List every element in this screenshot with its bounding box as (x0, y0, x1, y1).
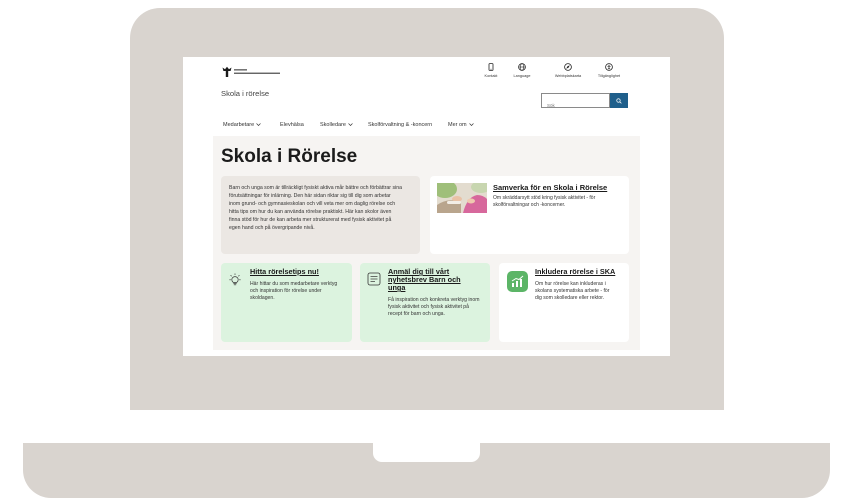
nav-item-skolledare[interactable]: Skolledare (320, 122, 353, 128)
phone-icon (488, 63, 494, 71)
nav-item-label: Skolförvaltning & -koncern (368, 122, 433, 128)
compass-icon (564, 63, 572, 71)
card-text: Om hur rörelse kan inkluderas i skolans … (535, 281, 610, 301)
globe-icon (518, 63, 526, 71)
newsletter-icon (367, 272, 381, 286)
featured-card-description: Om skräddarsytt stöd kring fysisk aktivi… (493, 195, 596, 208)
search-icon (616, 97, 622, 104)
nav-item-mer-om[interactable]: Mer om (448, 122, 474, 128)
accessibility-icon (605, 63, 613, 71)
featured-card-body: Samverka för en Skola i Rörelse Om skräd… (493, 183, 617, 209)
search-button[interactable] (610, 93, 628, 108)
utility-link-label: Language (513, 74, 531, 78)
chevron-down-icon (468, 123, 474, 127)
chart-growth-icon (507, 271, 528, 292)
intro-card: Barn och unga som är tillräckligt fysisk… (221, 176, 420, 254)
search-box (541, 93, 610, 112)
card-title[interactable]: Anmäl dig till vårt nyhetsbrev Barn och … (388, 268, 480, 292)
nav-item-label: Skolledare (320, 122, 346, 128)
card-body: Anmäl dig till vårt nyhetsbrev Barn och … (388, 268, 480, 318)
card-title[interactable]: Hitta rörelsetips nu! (250, 268, 346, 276)
nav-item-label: Medarbetare (223, 122, 255, 128)
nav-item-label: Mer om (448, 122, 467, 128)
card-inkludera-ska[interactable]: Inkludera rörelse i SKA Om hur rörelse k… (499, 263, 629, 342)
chevron-down-icon (348, 123, 353, 127)
featured-card-title[interactable]: Samverka för en Skola i Rörelse (493, 183, 617, 192)
nav-item-medarbetare[interactable]: Medarbetare (223, 122, 261, 128)
card-text: Här hittar du som medarbetare verktyg oc… (250, 281, 338, 301)
crown-logo-icon (222, 66, 280, 77)
utility-link-webbplatskarta[interactable]: Webbplatskarta (546, 63, 590, 79)
nav-item-skolforvaltning[interactable]: Skolförvaltning & -koncern (368, 122, 432, 128)
card-title[interactable]: Inkludera rörelse i SKA (535, 268, 621, 276)
laptop-base-notch (373, 443, 480, 462)
featured-card-samverka[interactable]: Samverka för en Skola i Rörelse Om skräd… (430, 176, 629, 254)
card-nyhetsbrev[interactable]: Anmäl dig till vårt nyhetsbrev Barn och … (360, 263, 490, 342)
site-title[interactable]: Skola i rörelse (221, 89, 269, 98)
card-body: Hitta rörelsetips nu! Här hittar du som … (250, 268, 346, 302)
nav-item-label: Elevhälsa (280, 122, 304, 128)
lightbulb-icon (229, 273, 241, 286)
site-logo[interactable] (222, 66, 282, 78)
card-rorelsetips[interactable]: Hitta rörelsetips nu! Här hittar du som … (221, 263, 352, 342)
collaboration-photo (437, 183, 487, 213)
laptop-screen: Kontakt Language Webbplatskarta Tillgäng… (183, 57, 670, 356)
utility-link-language[interactable]: Language (500, 63, 544, 79)
intro-text: Barn och unga som är tillräckligt fysisk… (229, 185, 402, 231)
utility-link-label: Webbplatskarta (554, 74, 582, 78)
chevron-down-icon (256, 123, 261, 127)
card-text: Få inspiration och konkreta verktyg inom… (388, 297, 480, 317)
utility-link-label: Tillgänglighet (597, 74, 621, 78)
utility-link-tillganglighet[interactable]: Tillgänglighet (587, 63, 631, 79)
page-title: Skola i Rörelse (221, 146, 358, 167)
card-body: Inkludera rörelse i SKA Om hur rörelse k… (535, 268, 623, 302)
nav-item-elevhalsa[interactable]: Elevhälsa (280, 122, 304, 128)
search-input[interactable] (542, 99, 609, 112)
featured-image (437, 183, 487, 213)
